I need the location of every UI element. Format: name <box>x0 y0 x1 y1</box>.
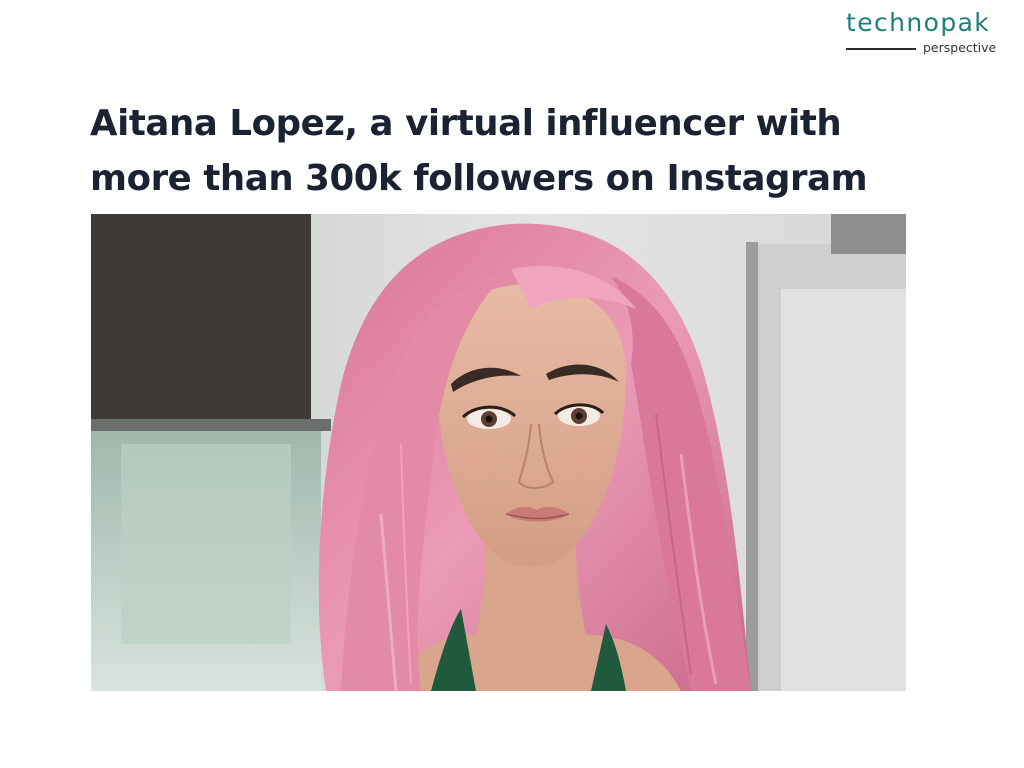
brand-name: technopak <box>846 8 991 37</box>
brand-divider <box>846 48 916 50</box>
influencer-photo <box>91 214 906 691</box>
headline-line-2: more than 300k followers on Instagram <box>90 158 868 199</box>
headline: Aitana Lopez, a virtual influencer with … <box>90 96 970 206</box>
window-frame <box>91 214 311 424</box>
brand-logo: technopak perspective <box>846 8 1006 58</box>
headline-line-1: Aitana Lopez, a virtual influencer with <box>90 103 842 144</box>
slide: technopak perspective Aitana Lopez, a vi… <box>0 0 1024 768</box>
portrait-illustration <box>91 214 906 691</box>
brand-tagline: perspective <box>923 40 997 55</box>
